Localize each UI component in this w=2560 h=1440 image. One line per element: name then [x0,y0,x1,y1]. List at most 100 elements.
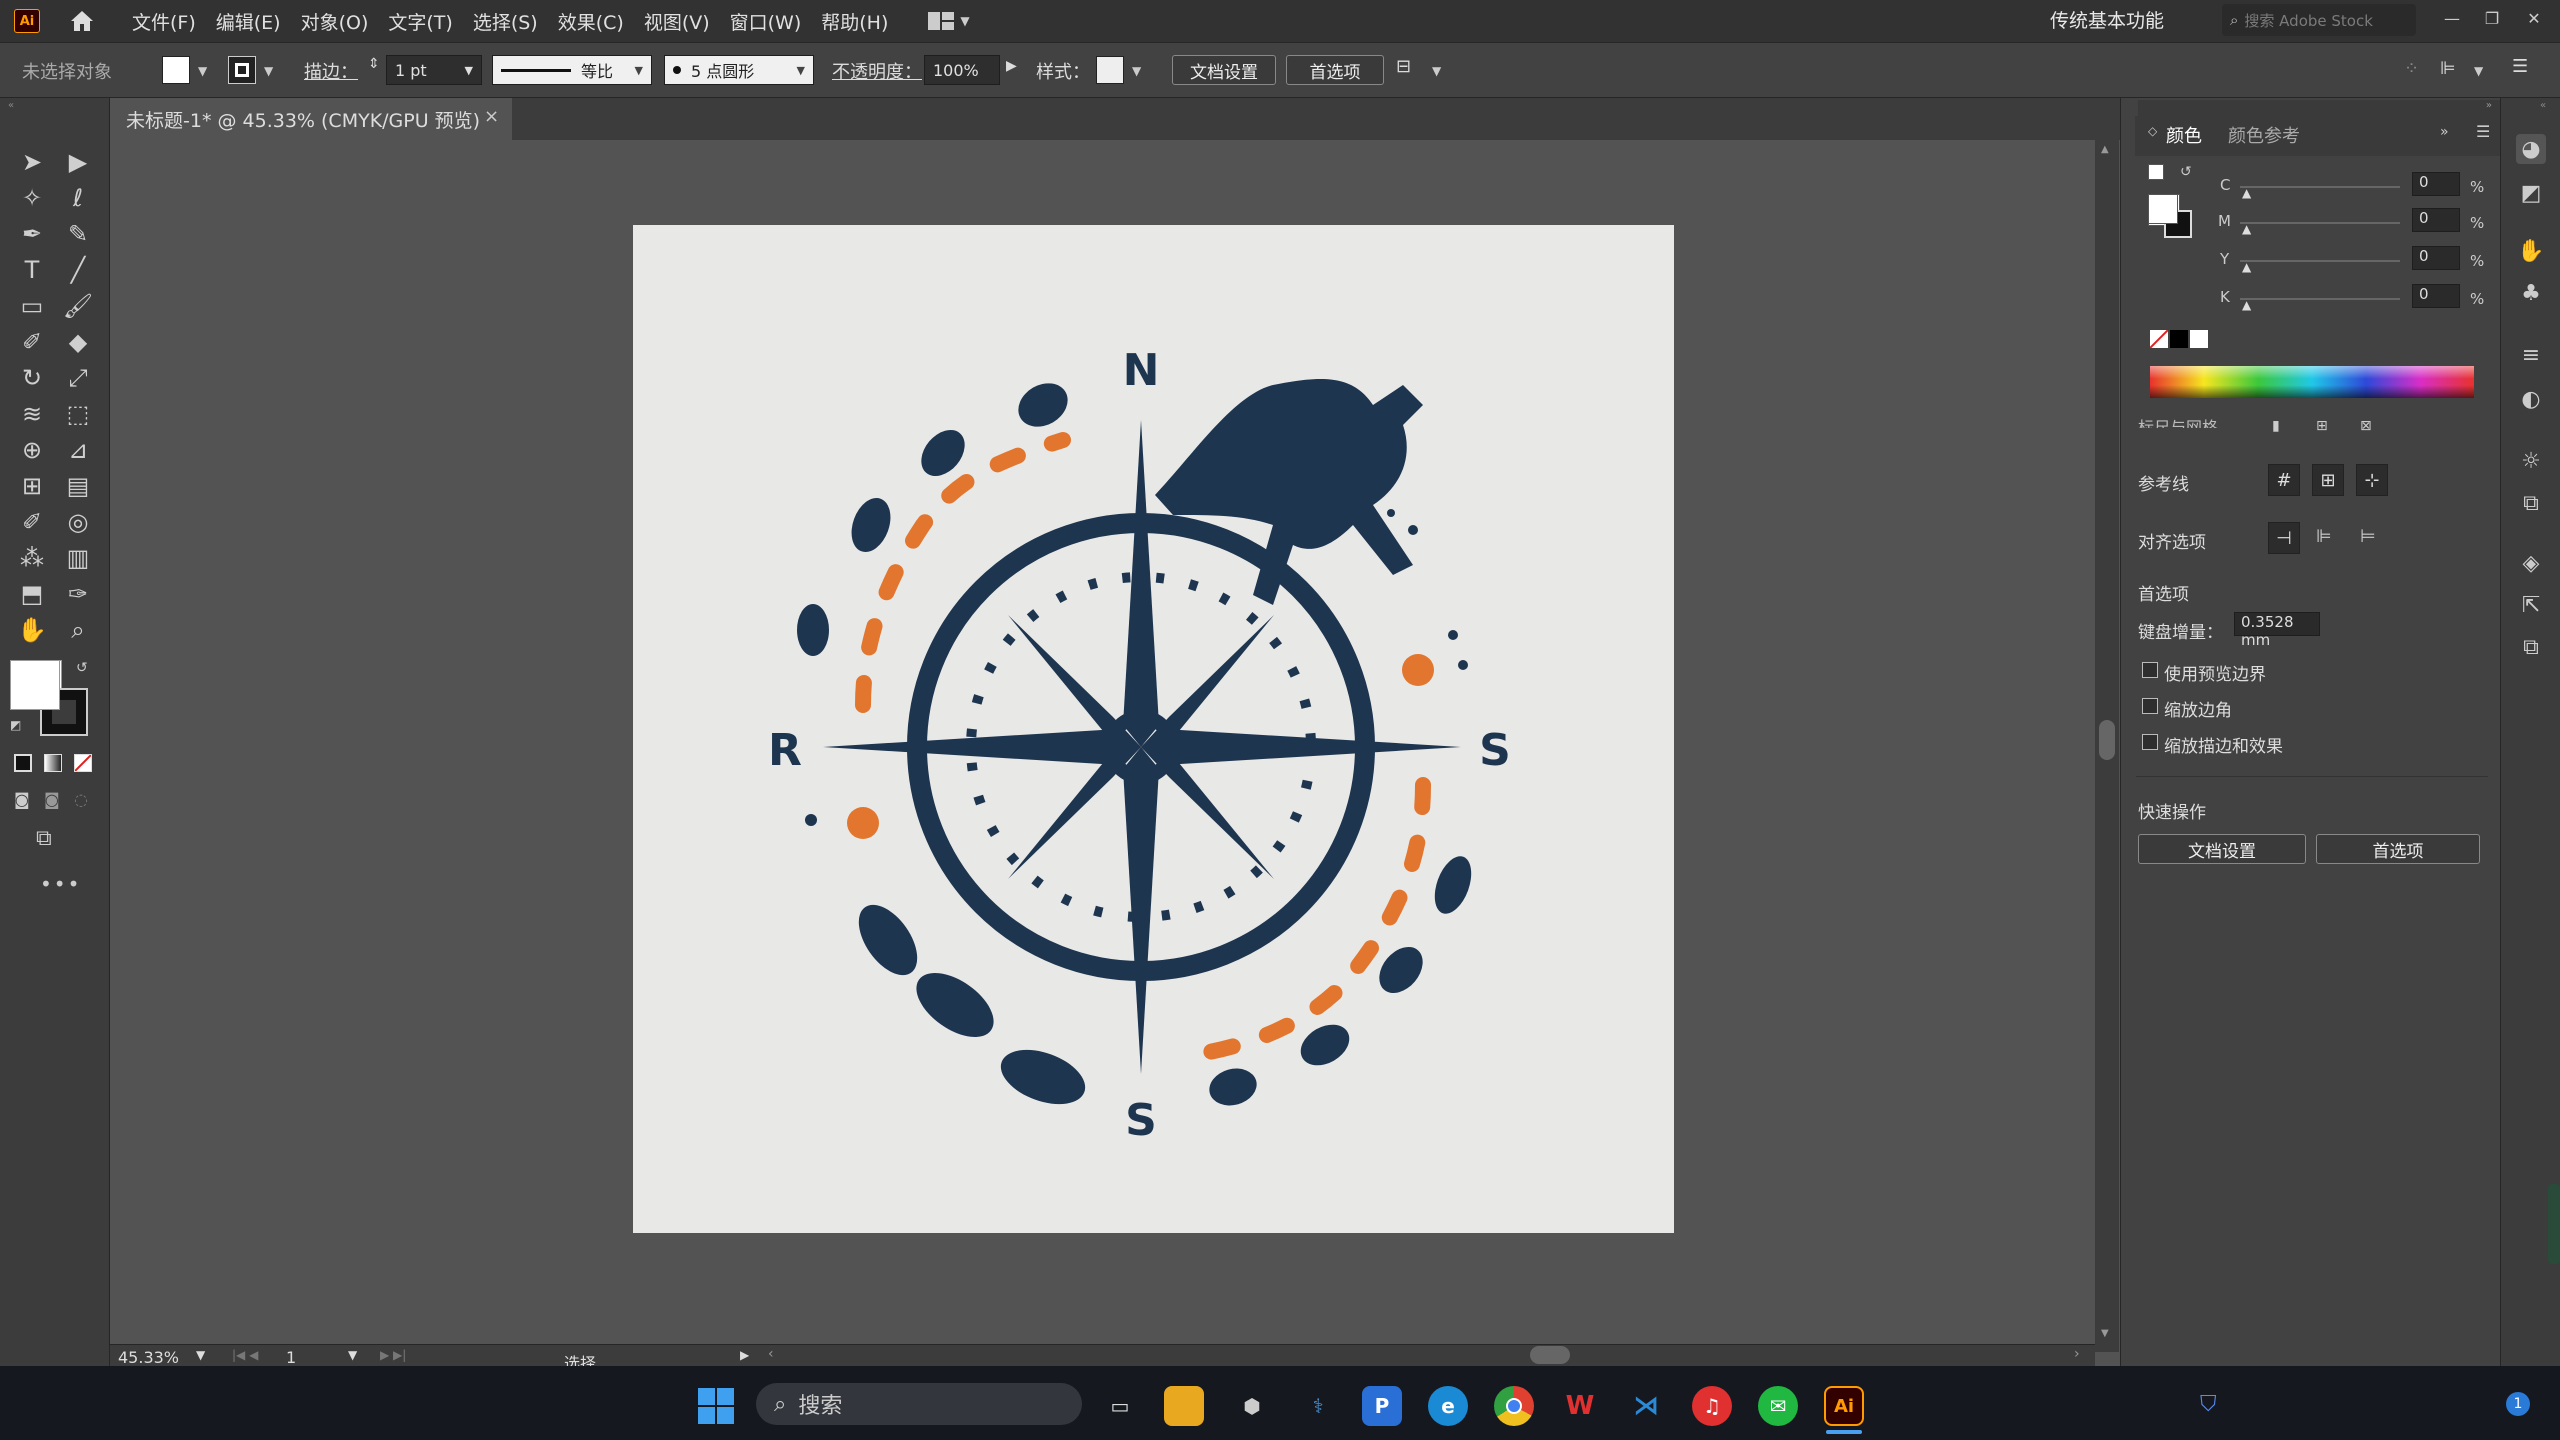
gradient-mode-icon[interactable] [44,754,62,772]
show-guides-icon[interactable]: # [2268,464,2300,496]
slider-handle-icon[interactable]: ▲ [2242,222,2251,236]
tab-color[interactable]: 颜色 [2166,122,2202,148]
expand-icon[interactable]: » [2440,124,2449,140]
artboard[interactable]: N S S R [633,225,1674,1233]
appearance-icon[interactable]: ☼ [2516,446,2546,476]
channel-m-slider[interactable] [2240,222,2400,224]
artboard-tool-icon[interactable]: ⬒ [14,578,50,610]
document-tab[interactable]: 未标题-1* @ 45.33% (CMYK/GPU 预览) [110,98,512,140]
word-like-icon[interactable]: P [1362,1386,1402,1426]
quick-preferences-button[interactable]: 首选项 [2316,834,2480,864]
menu-view[interactable]: 视图(V) [644,8,710,35]
stock-search-input[interactable]: ⌕ 搜索 Adobe Stock [2222,4,2416,36]
more-tools-icon[interactable]: ••• [40,872,81,896]
menu-help[interactable]: 帮助(H) [821,8,888,35]
illustrator-taskbar-icon[interactable]: Ai [1824,1386,1864,1426]
fill-swatch[interactable] [162,56,190,84]
artboards-icon[interactable]: ⧉ [2516,632,2546,662]
channel-y-input[interactable]: 0 [2412,246,2460,270]
chevron-down-icon[interactable]: ▼ [198,64,207,78]
notification-badge[interactable]: 1 [2506,1392,2530,1416]
menu-type[interactable]: 文字(T) [388,8,452,35]
default-colors-icon[interactable]: ◩ [10,718,21,732]
panel-collapse-icon[interactable]: » [2138,100,2500,116]
shield-icon[interactable]: ⛉ [2200,1392,2217,1417]
use-preview-bounds-checkbox[interactable] [2142,662,2158,678]
workspace-switcher[interactable]: 传统基本功能 [2050,6,2164,33]
slider-handle-icon[interactable]: ▲ [2242,186,2251,200]
channel-m-input[interactable]: 0 [2412,208,2460,232]
swap-icon[interactable]: ↺ [2180,164,2192,180]
collapse-icon[interactable]: « [8,100,14,111]
ruler-icon[interactable]: ▮ [2272,418,2280,434]
minimize-icon[interactable]: — [2432,0,2472,36]
curvature-tool-icon[interactable]: ✎ [60,218,96,250]
column-graph-icon[interactable]: ▥ [60,542,96,574]
snap-to-glyph-icon[interactable]: ⊨ [2360,526,2376,547]
slider-handle-icon[interactable]: ▲ [2242,260,2251,274]
brushes-icon[interactable]: ✋ [2516,236,2546,266]
tab-color-guide[interactable]: 颜色参考 [2228,122,2300,148]
layers-icon[interactable]: ◈ [2516,548,2546,578]
side-widget[interactable] [2548,1184,2560,1264]
app-cube-icon[interactable]: ⬢ [1232,1386,1272,1426]
free-transform-icon[interactable]: ⬚ [60,398,96,430]
file-explorer-icon[interactable] [1164,1386,1204,1426]
windows-start-icon[interactable] [696,1386,736,1426]
perspective-grid-icon[interactable]: ⊿ [60,434,96,466]
edge-icon[interactable]: e [1428,1386,1468,1426]
pen-tool-icon[interactable]: ✒ [14,218,50,250]
export-icon[interactable]: ⇱ [2516,590,2546,620]
symbols-icon[interactable]: ♣ [2516,278,2546,308]
channel-k-slider[interactable] [2240,298,2400,300]
snap-to-point-icon[interactable]: ⊣ [2268,522,2300,554]
panel-fill-front[interactable] [2148,194,2178,224]
black-swatch[interactable] [2170,330,2188,348]
chevron-down-icon[interactable]: ▼ [264,64,273,78]
type-tool-icon[interactable]: T [14,254,50,286]
lasso-icon[interactable]: ℓ [60,182,96,214]
rectangle-tool-icon[interactable]: ▭ [14,290,50,322]
swap-colors-icon[interactable]: ↺ [76,660,88,676]
blend-tool-icon[interactable]: ◎ [60,506,96,538]
channel-k-input[interactable]: 0 [2412,284,2460,308]
menu-select[interactable]: 选择(S) [473,8,538,35]
first-artboard-icon[interactable]: |◀ ◀ [232,1348,258,1362]
close-icon[interactable]: ✕ [2514,0,2554,36]
line-tool-icon[interactable]: ╱ [60,254,96,286]
python-icon[interactable]: ⚕ [1298,1386,1338,1426]
channel-c-slider[interactable] [2240,186,2400,188]
draw-normal-icon[interactable]: ◙ [14,790,30,809]
preferences-button[interactable]: 首选项 [1286,55,1384,85]
slider-handle-icon[interactable]: ▲ [2242,298,2251,312]
paintbrush-icon[interactable]: 🖌 [60,290,96,322]
quick-document-setup-button[interactable]: 文档设置 [2138,834,2306,864]
chevron-right-icon[interactable]: ▶ [1006,58,1017,74]
color-guide-icon[interactable]: ◩ [2516,178,2546,208]
scroll-right-icon[interactable]: › [2074,1346,2080,1362]
channel-c-input[interactable]: 0 [2412,172,2460,196]
align-panel-icon[interactable]: ⊫ [2440,58,2456,79]
home-icon[interactable] [68,8,96,34]
smart-guides-icon[interactable]: ⊹ [2356,464,2388,496]
chevron-down-icon[interactable]: ▼ [196,1348,205,1362]
vertical-scrollbar[interactable]: ▲ ▼ [2095,140,2119,1352]
shaper-tool-icon[interactable]: ✐ [14,326,50,358]
menu-window[interactable]: 窗口(W) [730,8,802,35]
color-panel-icon[interactable]: ◕ [2516,134,2546,164]
white-swatch[interactable] [2190,330,2208,348]
draw-inside-icon[interactable]: ◌ [74,790,88,809]
warp-tool-icon[interactable]: ≋ [14,398,50,430]
fill-color-front[interactable] [10,660,60,710]
lock-guides-icon[interactable]: ⊞ [2312,464,2344,496]
screen-mode-icon[interactable]: ⧉ [36,826,52,851]
next-artboard-icon[interactable]: ▶ ▶| [380,1348,406,1362]
grid-icon[interactable]: ⊞ [2316,418,2328,434]
color-mode-icon[interactable] [14,754,32,772]
transform-icon[interactable]: ⁘ [2404,58,2419,79]
panel-menu-icon[interactable]: ☰ [2512,56,2528,77]
stroke-profile-dropdown[interactable]: 等比 ▼ [492,55,652,85]
scale-corners-checkbox[interactable] [2142,698,2158,714]
opacity-label[interactable]: 不透明度： [832,58,922,84]
menu-edit[interactable]: 编辑(E) [216,8,281,35]
